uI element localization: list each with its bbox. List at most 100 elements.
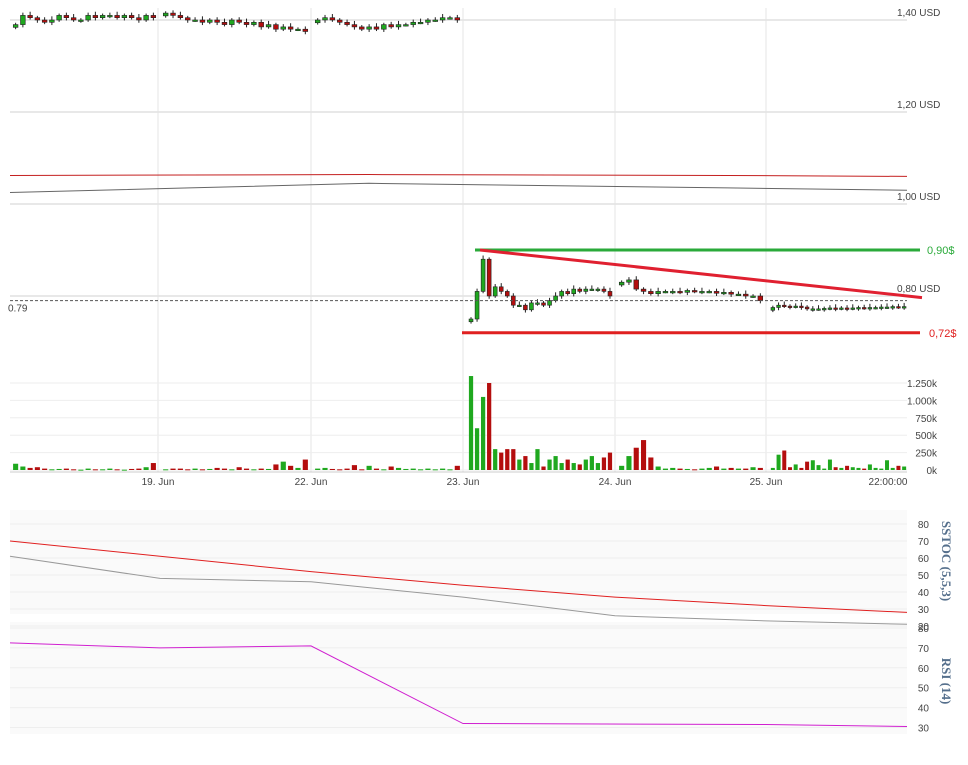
- candle-body: [648, 291, 654, 294]
- volume-bar: [403, 468, 409, 470]
- downtrend-line: [479, 248, 923, 300]
- candle-body: [626, 279, 632, 283]
- support-label: 0,72$: [929, 328, 957, 340]
- volume-bar: [728, 467, 734, 470]
- candle-body: [810, 308, 815, 311]
- volume-bar: [535, 449, 540, 470]
- candle-body: [12, 24, 19, 28]
- volume-bar: [810, 460, 815, 470]
- candle-body: [822, 308, 827, 311]
- candle-body: [607, 291, 613, 297]
- candle-body: [804, 306, 810, 310]
- candle-body: [541, 302, 546, 306]
- volume-bar: [170, 468, 176, 470]
- volume-bar: [662, 468, 669, 470]
- volume-bar: [266, 468, 272, 470]
- candle-body: [381, 24, 387, 30]
- candle-body: [221, 21, 228, 25]
- volume-bar: [27, 467, 33, 470]
- rsi-tick-label: 50: [918, 684, 930, 695]
- volume-bar: [547, 459, 552, 470]
- candle-body: [468, 318, 474, 323]
- volume-bar: [425, 468, 431, 470]
- candle-body: [862, 307, 867, 310]
- candle-body: [27, 15, 33, 18]
- volume-tick-label: 250k: [915, 449, 938, 460]
- candle-body: [529, 302, 534, 311]
- candle-body: [706, 291, 712, 294]
- price-tick-label: 1,20 USD: [897, 100, 940, 111]
- volume-bar: [793, 464, 798, 470]
- candle-body: [474, 291, 480, 320]
- candle-body: [640, 288, 647, 292]
- volume-bar: [329, 468, 335, 470]
- candle-body: [793, 305, 798, 308]
- candle-body: [595, 288, 601, 291]
- candle-body: [728, 292, 734, 295]
- volume-bar: [839, 467, 844, 470]
- candle-body: [143, 15, 149, 21]
- candle-body: [417, 21, 424, 25]
- volume-bar: [655, 466, 661, 470]
- volume-bar: [214, 467, 220, 470]
- candle-body: [770, 307, 776, 311]
- stochastic-tick-label: 80: [918, 520, 930, 531]
- volume-bar: [236, 467, 242, 470]
- volume-bar: [553, 456, 558, 470]
- volume-bar: [885, 460, 890, 470]
- volume-bar: [684, 468, 690, 470]
- candle-body: [633, 279, 639, 290]
- axis-labels: 1,40 USD 1,20 USD 1,00 USD 0,80 USD 1.250k 1.…: [142, 8, 941, 488]
- candle-body: [743, 293, 749, 297]
- candle-body: [839, 307, 844, 310]
- candle-body: [329, 17, 336, 21]
- volume-bar: [589, 456, 594, 470]
- candle-body: [302, 28, 309, 32]
- volume-bar: [787, 467, 792, 470]
- volume-tick-label: 750k: [915, 414, 938, 425]
- volume-bar: [487, 383, 492, 470]
- candle-body: [136, 17, 142, 21]
- candle-body: [827, 307, 833, 310]
- volume-bar: [344, 468, 350, 470]
- volume-bar: [288, 465, 294, 470]
- volume-bar: [85, 468, 91, 470]
- volume-bar: [523, 456, 528, 470]
- candle-body: [896, 306, 901, 309]
- volume-bar: [633, 447, 639, 470]
- volume-bar: [822, 468, 827, 470]
- volume-bar: [143, 467, 149, 470]
- volume-bar: [862, 468, 867, 470]
- price-tick-label: 0,80 USD: [897, 284, 940, 295]
- candle-body: [750, 295, 756, 298]
- rsi-tick-label: 80: [918, 624, 930, 635]
- candle-body: [713, 291, 720, 294]
- volume-bar: [366, 465, 372, 470]
- price-tick-label: 1,00 USD: [897, 192, 940, 203]
- moving-average-line: [9, 174, 908, 177]
- candle-body: [359, 26, 365, 30]
- volume-bar: [432, 469, 438, 471]
- volume-bar: [359, 469, 365, 471]
- candle-body: [816, 308, 821, 311]
- volume-bar: [850, 467, 855, 470]
- candle-body: [251, 21, 257, 25]
- volume-bar: [511, 449, 516, 470]
- candle-body: [890, 306, 895, 309]
- candle-body: [410, 21, 416, 25]
- volume-bar: [258, 468, 264, 470]
- volume-bar: [177, 468, 183, 470]
- candle-body: [20, 15, 26, 25]
- volume-bar: [648, 457, 654, 470]
- candle-body: [150, 15, 157, 18]
- candlesticks: [12, 10, 907, 324]
- stock-chart: 0,90$ 0,72$ 0.79 1,40 USD 1,20 USD 1,00 USD 0…: [8, 8, 957, 735]
- volume-bar: [447, 469, 453, 471]
- volume-bar: [505, 449, 510, 470]
- x-tick-label: 24. Jun: [599, 477, 632, 488]
- volume-bar: [273, 464, 279, 470]
- volume-bar: [199, 469, 205, 471]
- rsi-tick-label: 70: [918, 644, 930, 655]
- candle-body: [535, 302, 540, 305]
- candle-body: [114, 15, 120, 18]
